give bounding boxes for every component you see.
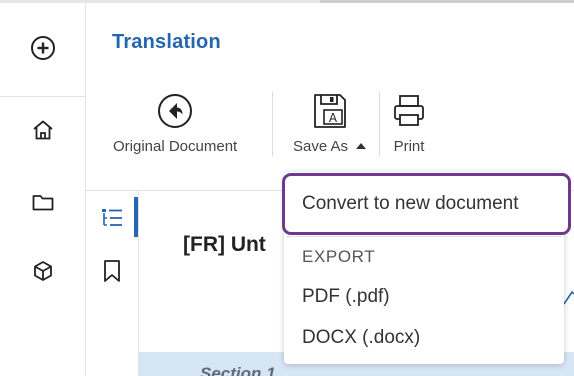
window-top-border	[0, 0, 574, 4]
outline-button[interactable]	[99, 207, 125, 233]
add-button[interactable]	[27, 34, 59, 66]
toolbar-divider	[379, 92, 380, 156]
dropdown-divider	[286, 236, 562, 237]
back-arrow-circle-icon	[155, 92, 195, 130]
files-button[interactable]	[27, 188, 59, 220]
page-title: Translation	[112, 31, 221, 53]
convert-to-new-document-item[interactable]: Convert to new document	[302, 193, 519, 215]
outline-list-icon	[100, 206, 124, 235]
svg-text:A: A	[328, 111, 337, 125]
print-button[interactable]: Print	[389, 92, 429, 155]
export-heading: EXPORT	[302, 247, 376, 266]
document-title: [FR] Unt	[183, 233, 266, 256]
export-docx-item[interactable]: DOCX (.docx)	[302, 327, 420, 349]
printer-icon	[389, 92, 429, 130]
section-title: Section 1	[200, 364, 276, 376]
document-side-pane	[86, 191, 139, 376]
add-circle-icon	[30, 35, 56, 66]
packages-button[interactable]	[27, 257, 59, 289]
save-as-label: Save As	[293, 138, 349, 155]
original-document-label: Original Document	[113, 138, 238, 155]
folder-icon	[31, 190, 55, 219]
home-icon	[31, 118, 55, 147]
save-as-button[interactable]: A Save As	[293, 92, 367, 155]
print-label: Print	[393, 138, 425, 155]
toolbar-divider	[272, 92, 273, 156]
bookmark-icon	[101, 259, 123, 288]
original-document-button[interactable]: Original Document	[113, 92, 237, 155]
caret-up-icon	[356, 143, 367, 149]
cube-icon	[31, 259, 55, 288]
active-indicator	[134, 197, 138, 237]
add-zone	[0, 3, 85, 97]
bookmarks-button[interactable]	[99, 259, 125, 288]
home-button[interactable]	[27, 116, 59, 148]
export-pdf-item[interactable]: PDF (.pdf)	[302, 286, 390, 308]
left-rail	[0, 3, 86, 376]
save-as-icon: A	[310, 92, 350, 130]
